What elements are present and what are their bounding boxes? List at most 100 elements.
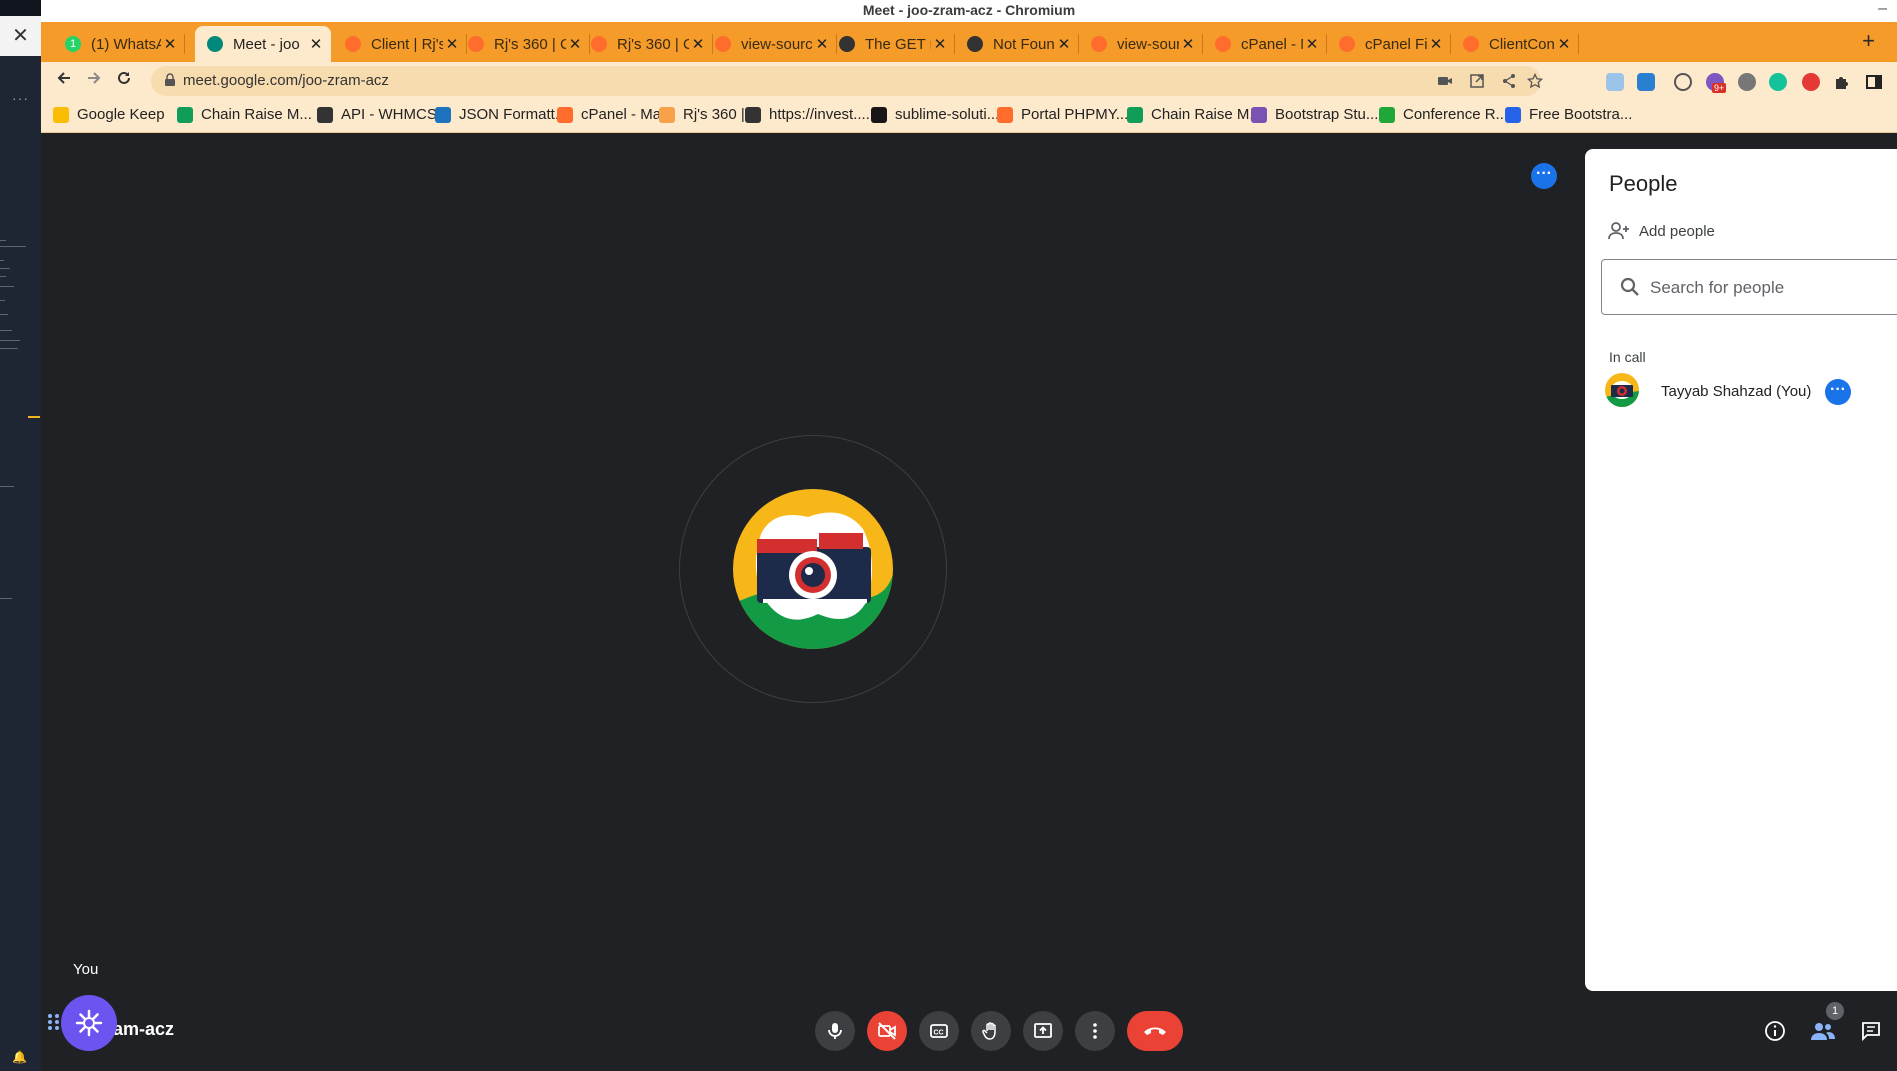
bookmark-item[interactable]: Chain Raise M... <box>177 106 312 123</box>
participant-row[interactable]: Tayyab Shahzad (You) ··· <box>1603 369 1893 417</box>
side-close-button[interactable]: ✕ <box>0 16 41 56</box>
bookmark-item[interactable]: Rj's 360 | <box>659 106 745 123</box>
tab-label: cPanel File M <box>1365 35 1427 53</box>
raise-hand-button[interactable] <box>971 1011 1011 1051</box>
tab-close-icon[interactable]: ✕ <box>931 35 949 53</box>
extensions-puzzle-icon[interactable] <box>1833 73 1851 91</box>
ext-badge: 9+ <box>1712 83 1727 93</box>
address-bar[interactable]: meet.google.com/joo-zram-acz <box>151 66 1543 96</box>
chat-button[interactable] <box>1857 1017 1885 1045</box>
tab-close-icon[interactable]: ✕ <box>1055 35 1073 53</box>
tab-4[interactable]: Rj's 360 | Clie✕ <box>456 26 590 62</box>
participant-avatar-small <box>1605 373 1639 407</box>
tab-7[interactable]: The GET r ✕ <box>827 26 955 62</box>
tab-close-icon[interactable]: ✕ <box>161 35 179 53</box>
cpanel-icon <box>591 36 607 52</box>
reload-icon <box>118 71 130 84</box>
bookmark-item[interactable]: cPanel - Main <box>557 106 673 123</box>
minimize-button[interactable]: – <box>1878 0 1887 18</box>
cpanel-icon <box>1091 36 1107 52</box>
people-search-input[interactable] <box>1648 272 1892 304</box>
meeting-details-button[interactable] <box>1761 1017 1789 1045</box>
sparkle-icon <box>75 1009 103 1037</box>
tab-label: (1) WhatsAp <box>91 35 161 53</box>
tab-8[interactable]: Not Found✕ <box>955 26 1079 62</box>
bookmark-item[interactable]: Bootstrap Stu... <box>1251 106 1378 123</box>
tab-2[interactable]: Meet - joo ✕ <box>195 26 331 62</box>
more-vert-icon <box>1093 1023 1097 1039</box>
tab-strip: 1(1) WhatsAp✕Meet - joo✕Client | Rj's 3✕… <box>41 22 1897 62</box>
red-extension-icon[interactable] <box>1802 73 1820 91</box>
hand-icon <box>982 1022 996 1040</box>
tab-label: ClientContro <box>1489 35 1555 53</box>
people-button[interactable] <box>1809 1017 1837 1045</box>
self-tile-label: You <box>73 961 99 978</box>
tab-9[interactable]: view-source:✕ <box>1079 26 1203 62</box>
open-in-window-icon[interactable] <box>1469 73 1485 89</box>
bookmark-favicon-icon <box>997 106 1013 123</box>
tab-12[interactable]: ClientContro✕ <box>1451 26 1579 62</box>
bookmark-item[interactable]: JSON Formatt... <box>435 106 567 123</box>
more-options-button[interactable] <box>1075 1011 1115 1051</box>
tab-close-icon[interactable]: ✕ <box>1555 35 1573 53</box>
tab-close-icon[interactable]: ✕ <box>1427 35 1445 53</box>
bookmark-star-icon[interactable] <box>1527 73 1543 89</box>
cpanel-icon <box>1215 36 1231 52</box>
tab-6[interactable]: view-source:✕ <box>703 26 837 62</box>
tile-more-options-button[interactable]: ··· <box>1531 163 1557 189</box>
system-side-strip: ✕ ··· 🔔 <box>0 0 41 1071</box>
circle-extension-icon[interactable] <box>1674 73 1692 91</box>
people-search-box[interactable] <box>1601 259 1897 315</box>
bookmark-label: Conference R... <box>1403 106 1509 123</box>
google-meet-icon <box>207 36 223 52</box>
tab-11[interactable]: cPanel File M✕ <box>1327 26 1451 62</box>
add-people-button[interactable]: Add people <box>1607 221 1715 241</box>
tab-close-icon[interactable]: ✕ <box>1179 35 1197 53</box>
bookmark-item[interactable]: Conference R... <box>1379 106 1508 123</box>
shield-extension-icon[interactable] <box>1606 73 1624 91</box>
bell-icon[interactable]: 🔔 <box>12 1050 27 1064</box>
tab-3[interactable]: Client | Rj's 3✕ <box>333 26 467 62</box>
assistant-button[interactable] <box>61 995 117 1051</box>
back-button[interactable] <box>51 68 77 94</box>
bookmark-item[interactable]: https://invest.... <box>745 106 870 123</box>
captions-button[interactable]: CC <box>919 1011 959 1051</box>
present-screen-button[interactable] <box>1023 1011 1063 1051</box>
extension-with-badge-icon[interactable]: 9+ <box>1706 73 1727 93</box>
bookmark-item[interactable]: Chain Raise M... <box>1127 106 1262 123</box>
share-icon[interactable] <box>1501 73 1517 89</box>
tab-10[interactable]: cPanel - Mai✕ <box>1203 26 1327 62</box>
cpanel-icon <box>1339 36 1355 52</box>
people-panel: People Add people In call Tayyab Shahzad… <box>1585 149 1897 991</box>
bookmark-item[interactable]: API - WHMCS... <box>317 106 449 123</box>
bookmark-item[interactable]: Google Keep <box>53 106 165 123</box>
tab-label: Rj's 360 | Clie <box>617 35 689 53</box>
people-count-badge: 1 <box>1826 1002 1844 1020</box>
tab-close-icon[interactable]: ✕ <box>307 35 325 53</box>
grammarly-icon[interactable] <box>1769 73 1787 91</box>
new-tab-button[interactable]: + <box>1862 28 1875 54</box>
bookmark-item[interactable]: sublime-soluti... <box>871 106 999 123</box>
camera-in-use-icon[interactable] <box>1437 73 1453 89</box>
leave-call-button[interactable] <box>1127 1011 1183 1051</box>
tab-5[interactable]: Rj's 360 | Clie✕ <box>579 26 713 62</box>
tab-label: Rj's 360 | Clie <box>494 35 566 53</box>
participant-more-button[interactable]: ··· <box>1825 379 1851 405</box>
search-icon <box>1620 277 1639 296</box>
bookmark-item[interactable]: Portal PHPMY... <box>997 106 1128 123</box>
meet-stage: ··· You am-acz CC 1 People Add people Se… <box>41 133 1897 1071</box>
side-menu-icon[interactable]: ··· <box>12 90 29 106</box>
side-panel-icon[interactable] <box>1865 73 1883 91</box>
apps-grid-icon[interactable] <box>47 1013 61 1031</box>
tab-1[interactable]: 1 (1) WhatsAp✕ <box>53 26 185 62</box>
camera-off-button[interactable] <box>867 1011 907 1051</box>
add-person-icon <box>1608 222 1629 240</box>
tab-close-icon[interactable]: ✕ <box>1303 35 1321 53</box>
microphone-button[interactable] <box>815 1011 855 1051</box>
bookmark-item[interactable]: Free Bootstra... <box>1505 106 1632 123</box>
fi-extension-icon[interactable] <box>1637 73 1655 91</box>
tab-label: Client | Rj's 3 <box>371 35 443 53</box>
reload-button[interactable] <box>111 68 137 94</box>
gear-extension-icon[interactable] <box>1738 73 1756 91</box>
forward-button[interactable] <box>81 68 107 94</box>
